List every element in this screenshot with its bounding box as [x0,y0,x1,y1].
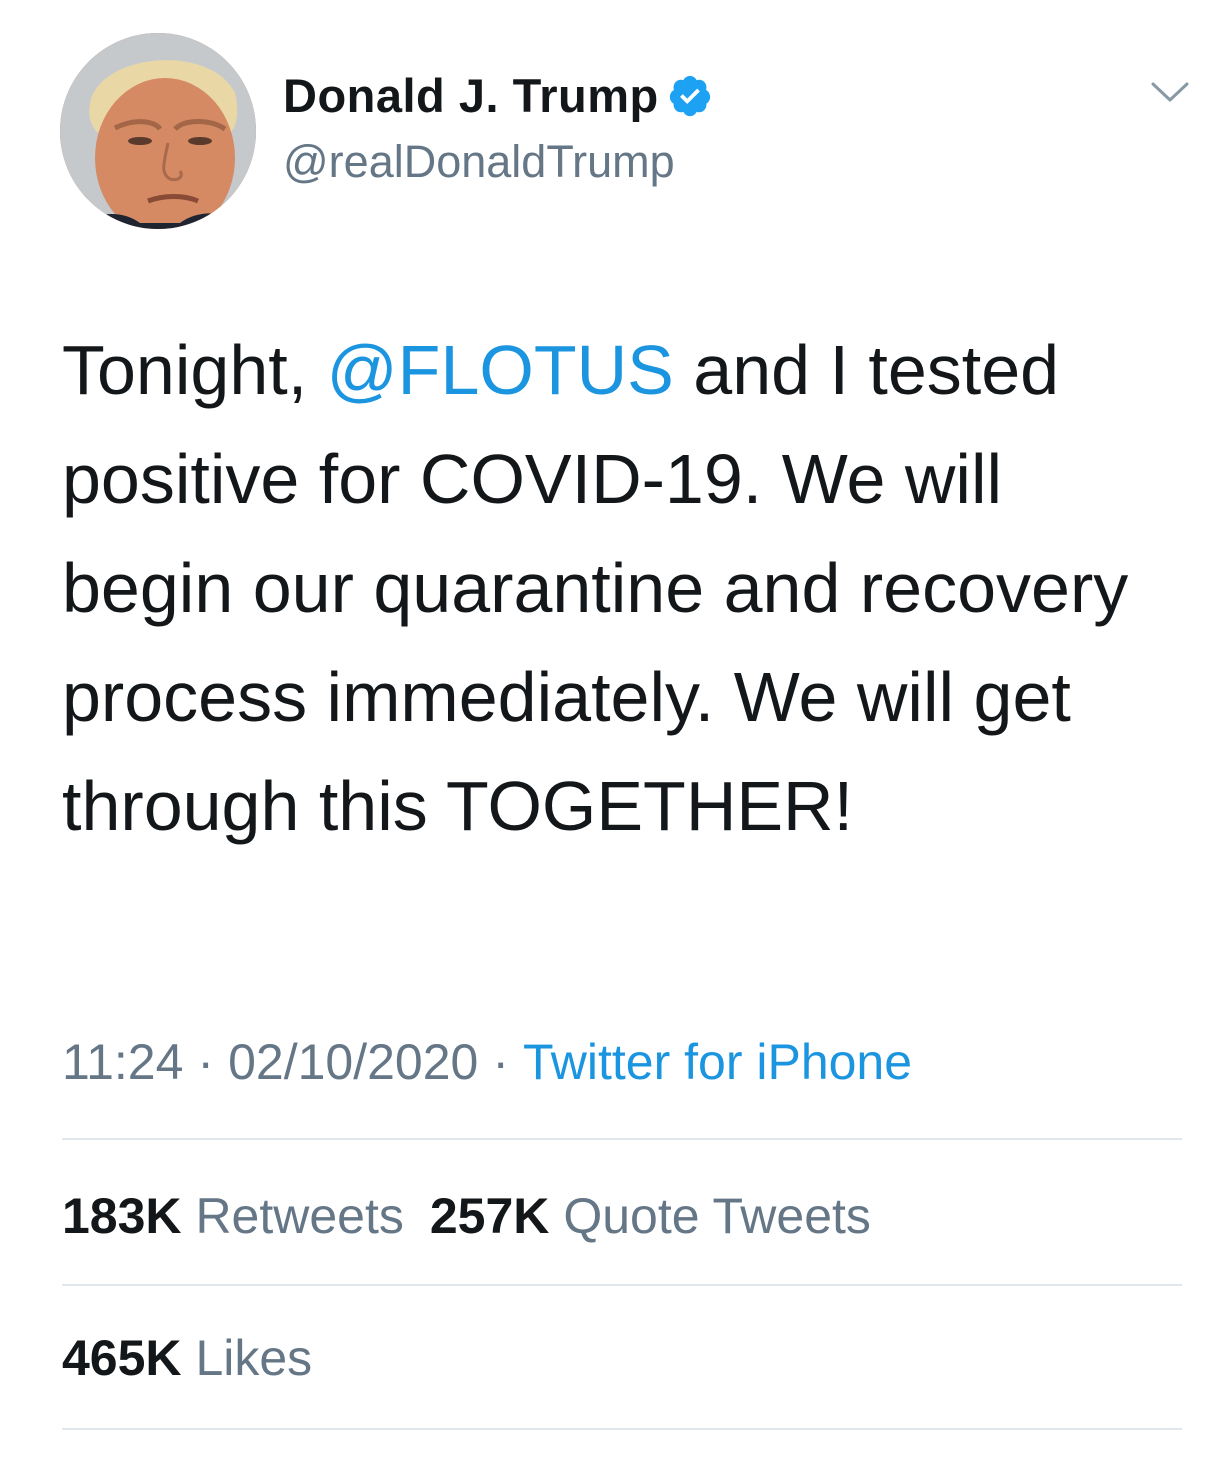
tweet-metadata: 11:24 · 02/10/2020 · Twitter for iPhone [62,1030,912,1094]
mention-link[interactable]: @FLOTUS [327,331,674,409]
retweets-count: 183K [62,1188,182,1244]
tweet-time[interactable]: 11:24 [62,1034,183,1090]
divider [62,1284,1182,1286]
username-handle[interactable]: @realDonaldTrump [283,134,713,190]
tweet-date[interactable]: 02/10/2020 [228,1034,478,1090]
quote-tweets-count: 257K [429,1188,550,1244]
verified-badge-icon [667,73,713,119]
likes-count: 465K [62,1330,182,1386]
profile-photo-icon [60,33,256,229]
quote-tweets-label: Quote Tweets [563,1188,871,1244]
meta-separator: · [197,1034,215,1090]
chevron-down-icon[interactable] [1150,80,1190,106]
author-info: Donald J. Trump @realDonaldTrump [283,66,713,190]
tweet-detail: Donald J. Trump @realDonaldTrump Tonight… [0,0,1229,1475]
tweet-text: Tonight, @FLOTUS and I tested positive f… [62,316,1182,861]
tweet-source-link[interactable]: Twitter for iPhone [523,1034,912,1090]
tweet-text-part: Tonight, [62,331,327,409]
display-name[interactable]: Donald J. Trump [283,66,659,126]
meta-separator: · [492,1034,509,1090]
likes-stats-row: 465K Likes [62,1326,312,1390]
likes-label: Likes [195,1330,313,1386]
divider [62,1138,1182,1140]
engagement-stats-row: 183K Retweets 257K Quote Tweets [62,1184,871,1248]
quote-tweets-stat[interactable]: 257K Quote Tweets [430,1188,871,1244]
likes-stat[interactable]: 465K Likes [62,1330,312,1386]
avatar[interactable] [60,33,256,229]
retweets-label: Retweets [195,1188,404,1244]
divider [62,1428,1182,1430]
display-name-row: Donald J. Trump [283,66,713,126]
retweets-stat[interactable]: 183K Retweets [62,1188,404,1244]
